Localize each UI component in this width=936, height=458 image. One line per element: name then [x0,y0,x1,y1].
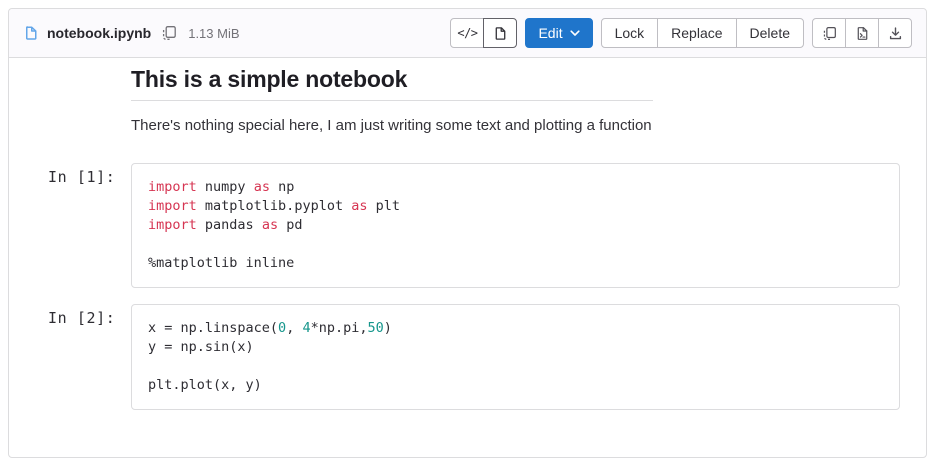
notebook-intro: There's nothing special here, I am just … [131,115,653,136]
delete-button[interactable]: Delete [736,18,804,48]
replace-button[interactable]: Replace [657,18,736,48]
file-manage-group: Lock Replace Delete [601,18,804,48]
file-viewer-card: notebook.ipynb 1.13 MiB </> [8,8,927,458]
notebook-content: This is a simple notebook There's nothin… [9,65,926,410]
copy-to-clipboard-icon [161,25,177,41]
edit-button-label: Edit [538,25,562,41]
file-utility-group [812,18,912,48]
code-icon: </> [457,26,477,40]
file-size: 1.13 MiB [188,26,239,41]
file-icon [23,25,39,41]
document-icon [493,26,508,41]
copy-contents-button[interactable] [812,18,846,48]
notebook-title: This is a simple notebook [131,65,653,101]
lock-button[interactable]: Lock [601,18,659,48]
open-raw-icon [855,26,870,41]
display-rendered-button[interactable] [483,18,517,48]
code: x = np.linspace(0, 4*np.pi,50) y = np.si… [132,305,899,409]
code: import numpy as np import matplotlib.pyp… [132,164,899,287]
chevron-down-icon [570,29,580,37]
code-cell: x = np.linspace(0, 4*np.pi,50) y = np.si… [131,304,900,410]
copy-contents-icon [822,26,837,41]
download-button[interactable] [878,18,912,48]
view-toggle-group: </> [450,18,517,48]
open-raw-button[interactable] [845,18,879,48]
file-name: notebook.ipynb [47,25,151,41]
file-actions: </> Edit [450,18,912,48]
markdown-cell: This is a simple notebook There's nothin… [131,65,653,136]
cell-prompt: In [2]: [48,309,115,327]
notebook-cell: In [2]:x = np.linspace(0, 4*np.pi,50) y … [131,304,926,410]
code-cell: import numpy as np import matplotlib.pyp… [131,163,900,288]
code-cells-container: In [1]:import numpy as np import matplot… [131,163,926,410]
download-icon [888,26,903,41]
file-header-bar: notebook.ipynb 1.13 MiB </> [9,9,926,58]
copy-file-path-button[interactable] [161,25,177,41]
display-source-button[interactable]: </> [450,18,484,48]
cell-prompt: In [1]: [48,168,115,186]
notebook-cell: In [1]:import numpy as np import matplot… [131,163,926,288]
edit-dropdown-button[interactable]: Edit [525,18,592,48]
